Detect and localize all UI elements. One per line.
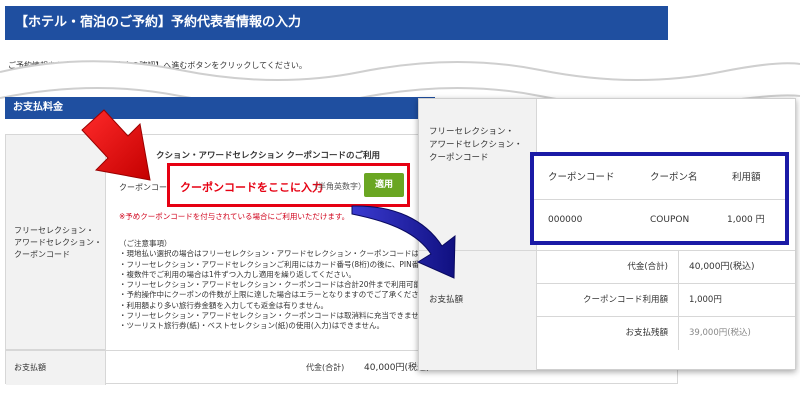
coupon-row-label: フリーセレクション・ アワードセレクション・ クーポンコード	[14, 226, 102, 259]
payment-total-label: お支払額	[6, 351, 106, 385]
applied-coupon-table: クーポンコード クーポン名 利用額 000000 COUPON 1,000 円	[530, 152, 789, 245]
caution-note-line: （ご注意事項）	[119, 239, 172, 248]
callout-total-label: 代金(合計)	[537, 251, 679, 284]
coupon-note: ※予めクーポンコードを付与されている場合にご利用いただけます。	[119, 212, 350, 221]
caution-note-line: ・フリーセレクション・アワードセレクション・クーポンコードは取消料に充当できませ…	[119, 311, 427, 321]
caution-note-line: ・複数件でご利用の場合は1件ずつ入力し適用を繰り返してください。	[119, 269, 356, 279]
caution-note-line: ・現地払い選択の場合はフリーセレクション・アワードセレクション・クーポンコードは	[119, 249, 419, 259]
caution-note-line: ・フリーセレクション・アワードセレクション・クーポンコードは合計20件まで利用可…	[119, 280, 429, 290]
coupon-amount-header: 利用額	[732, 172, 761, 183]
callout-balance-row: お支払残額 39,000円(税込)	[537, 317, 795, 350]
caution-note-line: ・ツーリスト旅行券(紙)・ベストセレクション(紙)の使用(入力)はできません。	[119, 321, 384, 331]
coupon-input-hint-sub: （半角英数字）	[310, 182, 366, 191]
callout-balance-value: 39,000円(税込)	[689, 328, 751, 338]
callout-balance-label: お支払残額	[537, 317, 679, 350]
callout-coupon-header: フリーセレクション・ アワードセレクション・ クーポンコード	[419, 99, 537, 250]
caution-note-line: ・予約操作中にクーポンの件数が上限に達した場合はエラーとなりますのでご了承くださ…	[119, 290, 427, 300]
payment-section-title: お支払料金	[5, 97, 435, 119]
coupon-code-header: クーポンコード	[548, 172, 615, 183]
caution-note-line: ・利用額より多い旅行券金額を入力しても返金は有りません。	[119, 300, 329, 310]
coupon-row-header: フリーセレクション・ アワードセレクション・ クーポンコード	[6, 135, 106, 350]
coupon-applied-callout: フリーセレクション・ アワードセレクション・ クーポンコード クーポンコード ク…	[418, 98, 796, 370]
callout-total-value: 40,000円(税込)	[689, 262, 755, 272]
coupon-name-cell: COUPON	[650, 215, 690, 225]
callout-payment-block: お支払額 代金(合計) 40,000円(税込) クーポンコード利用額 1,000…	[419, 250, 795, 370]
callout-coupon-amount-row: クーポンコード利用額 1,000円	[537, 284, 795, 317]
coupon-amount-cell: 1,000 円	[727, 215, 765, 225]
callout-coupon-amount-label: クーポンコード利用額	[537, 284, 679, 317]
table-row: 000000 COUPON 1,000 円	[534, 200, 785, 241]
coupon-usage-title: クション・アワードセレクション クーポンコードのご利用	[156, 151, 380, 161]
caution-notes: （ご注意事項） ・現地払い選択の場合はフリーセレクション・アワードセレクション・…	[119, 239, 429, 332]
callout-coupon-label: フリーセレクション・ アワードセレクション・ クーポンコード	[429, 127, 523, 163]
page-title: 【ホテル・宿泊のご予約】予約代表者情報の入力	[5, 6, 668, 40]
coupon-code-cell: 000000	[548, 215, 583, 225]
callout-coupon-amount-value: 1,000円	[689, 295, 722, 305]
coupon-input-hint: クーポンコードをここに入力	[180, 181, 323, 194]
apply-button[interactable]: 適用	[364, 173, 404, 197]
payment-total-sublabel: 代金(合計)	[306, 363, 345, 372]
coupon-table-header: クーポンコード クーポン名 利用額	[534, 156, 785, 200]
coupon-code-input[interactable]: クーポンコードをここに入力 （半角英数字） 適用	[167, 163, 410, 207]
caution-note-line: ・フリーセレクション・アワードセレクションご利用にはカード番号(8桁)の後に、P…	[119, 259, 427, 269]
coupon-name-header: クーポン名	[650, 172, 698, 183]
callout-payment-label: お支払額	[419, 251, 537, 370]
callout-total-row: 代金(合計) 40,000円(税込)	[537, 251, 795, 284]
